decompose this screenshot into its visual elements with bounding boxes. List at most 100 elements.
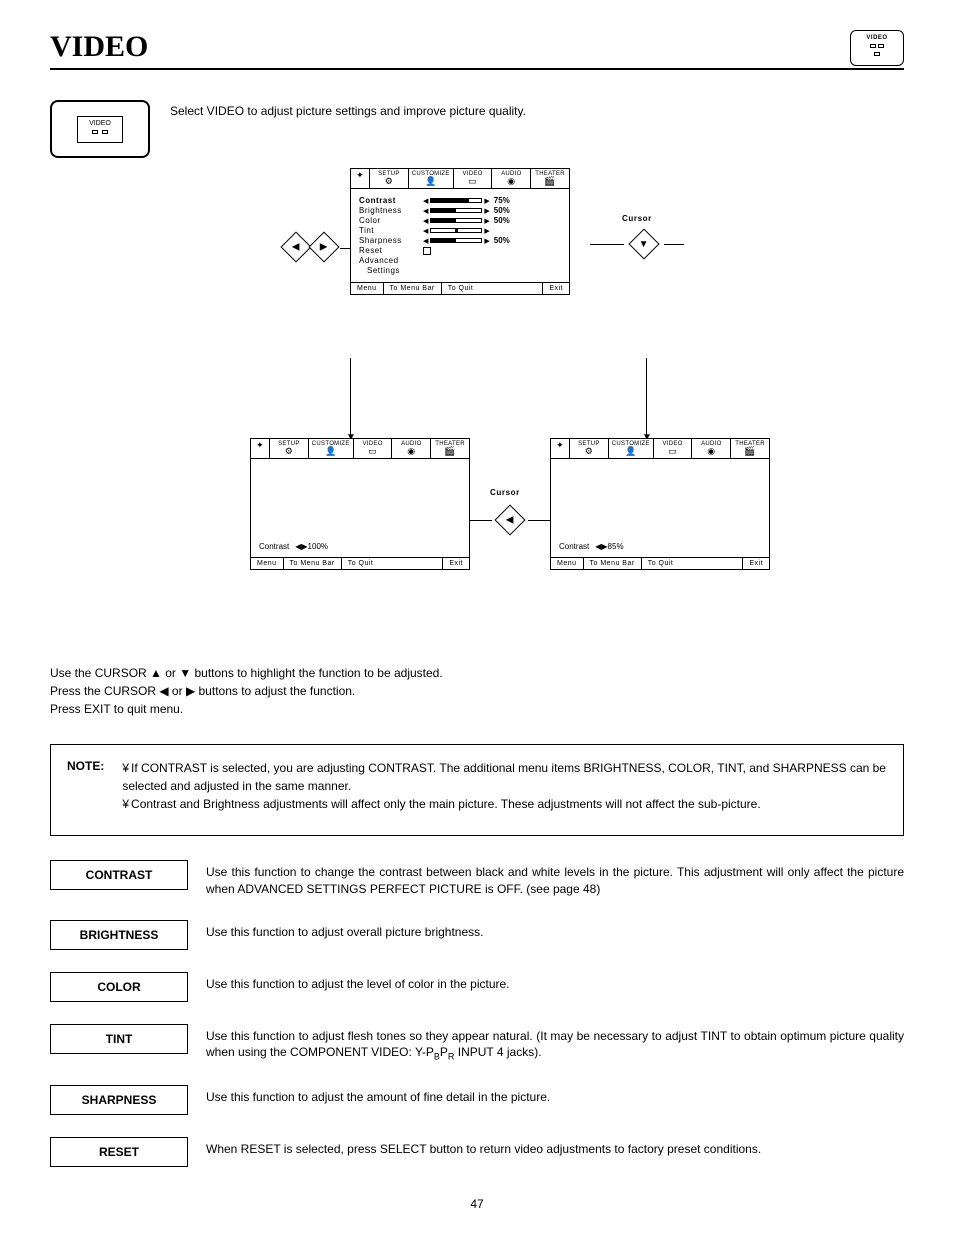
tab-customize: CUSTOMIZE👤 xyxy=(308,439,353,458)
tab-icon: ✦ xyxy=(551,439,569,458)
foot-quit: To Quit xyxy=(341,558,443,569)
connector-line xyxy=(470,520,492,521)
cursor-label-mid: Cursor xyxy=(490,488,520,497)
up-arrow-icon: ▲ xyxy=(150,666,162,680)
osd-menu-right: ✦ SETUP⚙ CUSTOMIZE👤 VIDEO▭ AUDIO◉ THEATE… xyxy=(550,438,770,570)
tab-video: VIDEO▭ xyxy=(653,439,692,458)
desc-tint: Use this function to adjust flesh tones … xyxy=(206,1024,904,1064)
diagram-area: ◀ ▶ ✦ SETUP⚙ CUSTOMIZE👤 VIDEO▭ AUDIO◉ TH… xyxy=(50,168,904,648)
osd-menu-left: ✦ SETUP⚙ CUSTOMIZE👤 VIDEO▭ AUDIO◉ THEATE… xyxy=(250,438,470,570)
connector-line xyxy=(350,358,351,438)
item-reset: Reset xyxy=(359,246,417,255)
tab-icon: ✦ xyxy=(351,169,369,188)
instruction-line-3: Press EXIT to quit menu. xyxy=(50,700,904,718)
foot-exit: Exit xyxy=(542,283,569,294)
slider-contrast: ◀▶75% xyxy=(423,196,510,205)
term-color: COLOR xyxy=(50,972,188,1002)
desc-reset: When RESET is selected, press SELECT but… xyxy=(206,1137,904,1158)
left-arrow-icon: ◀ xyxy=(159,684,168,698)
side-badge-icons xyxy=(84,129,116,136)
foot-quit: To Quit xyxy=(441,283,543,294)
corner-badge-label: VIDEO xyxy=(857,35,897,42)
item-brightness: Brightness xyxy=(359,206,417,215)
term-sharpness: SHARPNESS xyxy=(50,1085,188,1115)
right-arrow-icon: ▶ xyxy=(320,241,328,252)
term-reset: RESET xyxy=(50,1137,188,1167)
desc-contrast: Use this function to change the contrast… xyxy=(206,860,904,898)
tab-audio: AUDIO◉ xyxy=(491,169,530,188)
foot-exit: Exit xyxy=(442,558,469,569)
desc-sharpness: Use this function to adjust the amount o… xyxy=(206,1085,904,1106)
term-tint: TINT xyxy=(50,1024,188,1054)
desc-color: Use this function to adjust the level of… xyxy=(206,972,904,993)
foot-quit: To Quit xyxy=(641,558,743,569)
tab-customize: CUSTOMIZE👤 xyxy=(608,439,653,458)
item-settings: Settings xyxy=(359,266,417,275)
tab-customize: CUSTOMIZE👤 xyxy=(408,169,453,188)
tab-theater: THEATER🎬 xyxy=(530,169,569,188)
desc-brightness: Use this function to adjust overall pict… xyxy=(206,920,904,941)
right-arrow-icon: ▶ xyxy=(186,684,195,698)
foot-menubar: To Menu Bar xyxy=(383,283,441,294)
corner-video-badge: VIDEO xyxy=(850,30,904,66)
slider-contrast-100: ◀▶100% xyxy=(295,542,328,551)
item-contrast: Contrast xyxy=(559,542,589,551)
osd-menu-top: ✦ SETUP⚙ CUSTOMIZE👤 VIDEO▭ AUDIO◉ THEATE… xyxy=(350,168,570,295)
note-bullet-2: Contrast and Brightness adjustments will… xyxy=(122,795,887,813)
foot-exit: Exit xyxy=(742,558,769,569)
note-bullet-1: If CONTRAST is selected, you are adjusti… xyxy=(122,759,887,795)
intro-text: Select VIDEO to adjust picture settings … xyxy=(170,100,526,118)
corner-badge-icons-2 xyxy=(857,52,897,59)
item-tint: Tint xyxy=(359,226,417,235)
page-number: 47 xyxy=(50,1197,904,1211)
reset-checkbox-icon xyxy=(423,247,431,255)
note-box: NOTE: If CONTRAST is selected, you are a… xyxy=(50,744,904,836)
item-color: Color xyxy=(359,216,417,225)
tab-setup: SETUP⚙ xyxy=(369,169,408,188)
side-video-badge: VIDEO xyxy=(50,100,150,158)
connector-line xyxy=(590,244,624,245)
foot-menu: Menu xyxy=(351,283,383,294)
cursor-left-icon: ◀ xyxy=(492,508,528,532)
slider-tint: ◀▶ xyxy=(423,227,490,235)
term-brightness: BRIGHTNESS xyxy=(50,920,188,950)
cursor-label-top: Cursor xyxy=(622,214,652,223)
term-contrast: CONTRAST xyxy=(50,860,188,890)
instruction-line-1: Use the CURSOR ▲ or ▼ buttons to highlig… xyxy=(50,664,904,682)
tab-video: VIDEO▭ xyxy=(453,169,492,188)
connector-line xyxy=(528,520,550,521)
note-label: NOTE: xyxy=(67,759,104,813)
instruction-line-2: Press the CURSOR ◀ or ▶ buttons to adjus… xyxy=(50,682,904,700)
tab-setup: SETUP⚙ xyxy=(269,439,308,458)
foot-menubar: To Menu Bar xyxy=(283,558,341,569)
definitions: CONTRAST Use this function to change the… xyxy=(50,860,904,1167)
tab-video: VIDEO▭ xyxy=(353,439,392,458)
corner-badge-icons xyxy=(857,44,897,51)
foot-menubar: To Menu Bar xyxy=(583,558,641,569)
tab-theater: THEATER🎬 xyxy=(730,439,769,458)
foot-menu: Menu xyxy=(251,558,283,569)
left-arrow-icon: ◀ xyxy=(292,241,300,252)
tab-theater: THEATER🎬 xyxy=(430,439,469,458)
tab-icon: ✦ xyxy=(251,439,269,458)
cursor-down-icon: ▼ xyxy=(626,232,662,256)
item-advanced: Advanced xyxy=(359,256,417,265)
instructions: Use the CURSOR ▲ or ▼ buttons to highlig… xyxy=(50,664,904,718)
slider-sharpness: ◀▶50% xyxy=(423,236,510,245)
slider-brightness: ◀▶50% xyxy=(423,206,510,215)
page-header: VIDEO VIDEO xyxy=(50,30,904,68)
tab-audio: AUDIO◉ xyxy=(391,439,430,458)
item-contrast: Contrast xyxy=(359,196,417,205)
slider-color: ◀▶50% xyxy=(423,216,510,225)
foot-menu: Menu xyxy=(551,558,583,569)
page-title: VIDEO xyxy=(50,30,148,64)
slider-contrast-85: ◀▶85% xyxy=(595,542,623,551)
tab-audio: AUDIO◉ xyxy=(691,439,730,458)
connector-line xyxy=(646,358,647,438)
item-contrast: Contrast xyxy=(259,542,289,551)
item-sharpness: Sharpness xyxy=(359,236,417,245)
connector-line xyxy=(340,248,350,249)
title-underline xyxy=(50,68,904,70)
cursor-left-right-icons: ◀ ▶ xyxy=(285,236,335,258)
connector-line xyxy=(664,244,684,245)
